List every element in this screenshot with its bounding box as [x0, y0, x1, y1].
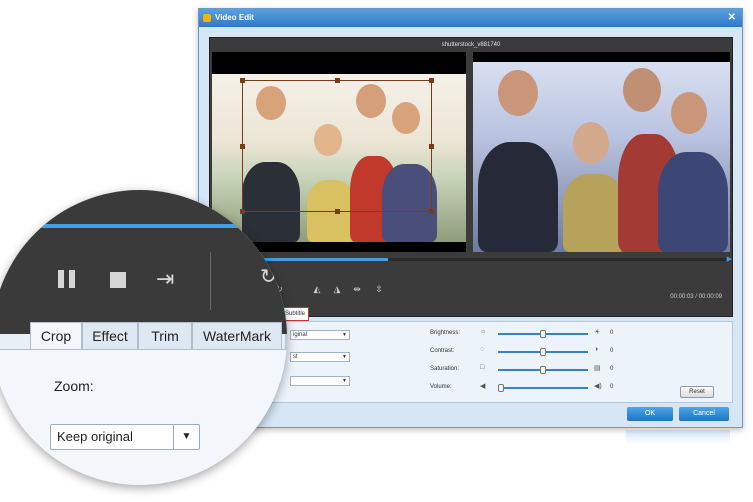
chevron-down-icon: ▼ — [342, 378, 347, 384]
output-preview — [473, 52, 730, 252]
file-name: shutterstock_v881740 — [441, 42, 501, 48]
flip-horizontal-icon[interactable]: ⇹ — [352, 284, 362, 294]
brightness-high-icon: ☀ — [594, 329, 601, 336]
brightness-label: Brightness: — [430, 330, 461, 336]
contrast-slider[interactable] — [498, 348, 588, 356]
person-head — [498, 70, 538, 116]
saturation-label: Saturation: — [430, 366, 460, 372]
person-head — [623, 68, 661, 112]
progress-bar[interactable]: ▶ — [212, 256, 732, 263]
zoom-select-small[interactable]: ▼ — [290, 376, 350, 386]
contrast-row: Contrast: ◌ ◑ 0 — [430, 346, 630, 358]
tab-effect[interactable]: Effect — [82, 322, 138, 350]
saturation-high-icon: ▤ — [594, 365, 601, 372]
brightness-value: 0 — [610, 330, 614, 336]
crop-select[interactable]: st ▼ — [290, 352, 350, 362]
saturation-value: 0 — [610, 366, 614, 372]
crop-handle[interactable] — [429, 209, 434, 214]
person-figure — [563, 174, 625, 252]
tab-crop[interactable]: Crop — [30, 322, 82, 350]
zoom-select[interactable]: Keep original ▼ — [50, 424, 200, 450]
volume-value: 0 — [610, 384, 614, 390]
chevron-down-icon: ▼ — [342, 354, 347, 360]
zoom-select-value: Keep original — [57, 429, 133, 444]
person-head — [573, 122, 609, 164]
rotate-icon[interactable]: ↻ — [260, 266, 282, 288]
zoom-label: Zoom: — [54, 378, 94, 394]
volume-high-icon: ◀) — [594, 383, 602, 390]
magnified-progress-bar[interactable] — [0, 224, 287, 228]
edit-panel: iginal ▼ st ▼ ▼ Brightness: ☼ ☀ 0 Contra… — [209, 321, 733, 403]
button-reflection — [626, 430, 730, 444]
progress-end-marker: ▶ — [726, 256, 732, 263]
chevron-down-icon: ▼ — [342, 332, 347, 338]
flip-right-icon[interactable]: ◮ — [332, 284, 342, 294]
magnified-toolbar: ⇥ ↻ — [0, 190, 287, 334]
contrast-label: Contrast: — [430, 348, 455, 354]
edit-tabs: Crop Effect Trim WaterMark — [0, 322, 287, 350]
contrast-low-icon: ◌ — [480, 346, 485, 353]
pause-icon[interactable] — [58, 270, 78, 290]
person-head — [671, 92, 707, 134]
magnifier-lens: ⇥ ↻ Crop Effect Trim WaterMark Zoom: Kee… — [0, 190, 287, 485]
contrast-high-icon: ◑ — [594, 346, 599, 353]
video-player: shutterstock_v881740 ▶ ◭ ◮ ⇹ ⇳ 00:00:03 … — [209, 37, 733, 317]
app-icon — [203, 14, 211, 22]
window-title: Video Edit — [215, 13, 254, 22]
slider-knob[interactable] — [498, 384, 504, 392]
title-bar[interactable]: Video Edit ✕ — [199, 9, 742, 27]
saturation-slider[interactable] — [498, 366, 588, 374]
flip-vertical-icon[interactable]: ⇳ — [374, 284, 384, 294]
close-icon[interactable]: ✕ — [728, 11, 736, 25]
cancel-button[interactable]: Cancel — [679, 407, 729, 421]
tab-trim[interactable]: Trim — [138, 322, 192, 350]
crop-handle[interactable] — [240, 144, 245, 149]
person-figure — [658, 152, 728, 252]
screenshot-stage: Video Edit ✕ shutterstock_v881740 ▶ ◭ ◮ … — [0, 0, 753, 502]
crop-select-value: st — [293, 354, 298, 360]
aspect-select[interactable]: iginal ▼ — [290, 330, 350, 340]
crop-handle[interactable] — [335, 209, 340, 214]
volume-low-icon: ◀ — [480, 383, 486, 390]
slider-knob[interactable] — [540, 330, 546, 338]
ok-button[interactable]: OK — [627, 407, 673, 421]
brightness-row: Brightness: ☼ ☀ 0 — [430, 328, 630, 340]
time-readout: 00:00:03 / 00:00:09 — [670, 294, 722, 300]
toolbar-divider — [210, 252, 211, 310]
slider-knob[interactable] — [540, 366, 546, 374]
flip-left-icon[interactable]: ◭ — [312, 284, 322, 294]
saturation-row: Saturation: □ ▤ 0 — [430, 364, 630, 376]
tab-watermark[interactable]: WaterMark — [192, 322, 282, 350]
crop-handle[interactable] — [429, 78, 434, 83]
volume-slider[interactable] — [498, 384, 588, 392]
slider-knob[interactable] — [540, 348, 546, 356]
crop-panel — [0, 349, 287, 485]
crop-handle[interactable] — [335, 78, 340, 83]
brightness-low-icon: ☼ — [480, 328, 487, 335]
pause-bar — [69, 270, 75, 288]
crop-handle[interactable] — [240, 78, 245, 83]
crop-handle[interactable] — [429, 144, 434, 149]
stop-icon[interactable] — [110, 272, 126, 288]
pause-bar — [58, 270, 64, 288]
clip-icon[interactable]: ⇥ — [156, 266, 178, 292]
contrast-value: 0 — [610, 348, 614, 354]
volume-label: Volume: — [430, 384, 452, 390]
brightness-slider[interactable] — [498, 330, 588, 338]
reset-button[interactable]: Reset — [680, 386, 714, 398]
video-frame-output — [473, 62, 730, 252]
chevron-down-icon[interactable]: ▼ — [173, 425, 199, 449]
saturation-low-icon: □ — [480, 364, 485, 371]
volume-row: Volume: ◀ ◀) 0 — [430, 382, 630, 394]
person-figure — [478, 142, 558, 252]
aspect-select-value: iginal — [293, 332, 308, 338]
